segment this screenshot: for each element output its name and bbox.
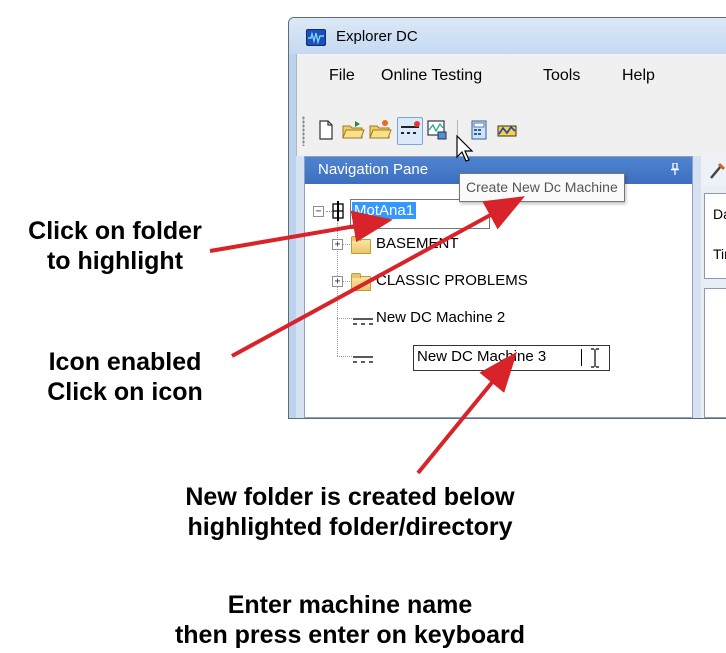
- annotation-line: New folder is created below: [185, 483, 515, 511]
- annotation-line: Click on icon: [47, 378, 203, 406]
- annotation-enter-name: Enter machine name then press enter on k…: [80, 590, 620, 650]
- annotation-line: Click on folder: [28, 217, 202, 245]
- annotation-line: Icon enabled: [48, 348, 202, 376]
- arrow-to-root-folder: [209, 210, 393, 253]
- annotation-line: to highlight: [46, 247, 184, 275]
- annotation-new-folder: New folder is created below highlighted …: [110, 482, 590, 542]
- annotation-line: highlighted folder/directory: [187, 513, 513, 541]
- arrow-to-new-machine: [416, 351, 518, 475]
- annotation-line: Enter machine name: [227, 591, 473, 619]
- annotation-arrows: [209, 196, 526, 475]
- annotation-line: then press enter on keyboard: [174, 621, 526, 649]
- annotation-click-folder: Click on folder to highlight: [0, 216, 230, 276]
- annotation-icon-enabled: Icon enabled Click on icon: [0, 347, 250, 407]
